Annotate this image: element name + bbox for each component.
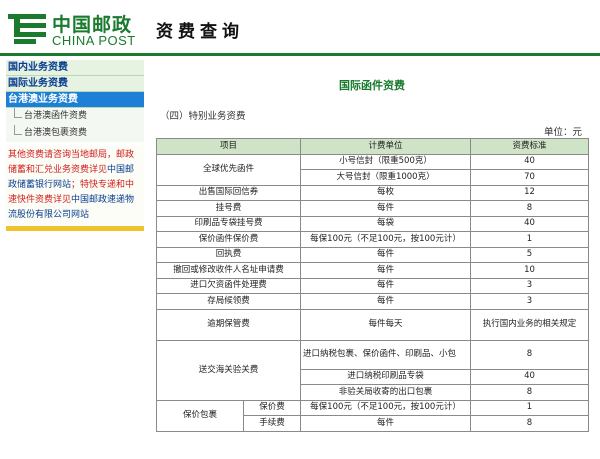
fee-cell: 8: [470, 339, 590, 370]
unit-cell: 非验关局收寄的出口包裹: [300, 384, 472, 401]
column-header-fee: 资费标准: [470, 138, 590, 155]
fee-cell: 1: [470, 399, 590, 416]
unit-cell: 每件: [300, 246, 472, 263]
fee-cell: 8: [470, 415, 590, 432]
nav-sub-label: 台港澳包裹资费: [24, 128, 88, 138]
nav-sub-letter-fees[interactable]: 台港澳函件资费: [6, 108, 144, 125]
item-cell: 存局候领费: [155, 293, 302, 310]
table-row: 进口欠资函件处理费 每件 3: [155, 277, 590, 294]
item-cell: 出售国际回信券: [155, 184, 302, 201]
page-heading: 资费查询: [156, 22, 244, 42]
nav-taiwan-hk-macao-fees[interactable]: 台港澳业务资费: [6, 92, 144, 108]
item-cell: 撤回或修改收件人名址申请费: [155, 262, 302, 279]
unit-label: 单位：元: [543, 127, 582, 138]
item-cell: 进口欠资函件处理费: [155, 277, 302, 294]
china-post-logo-icon[interactable]: [6, 8, 48, 46]
fee-cell: 10: [470, 262, 590, 279]
unit-cell: 每枚: [300, 184, 472, 201]
sidebar-accent-bar: [6, 226, 144, 231]
fee-cell: 8: [470, 384, 590, 401]
fee-cell: 40: [470, 153, 590, 170]
sub-item-cell: 手续费: [242, 415, 302, 432]
fee-cell: 5: [470, 246, 590, 263]
item-cell: 全球优先函件: [155, 153, 302, 186]
fee-cell: 70: [470, 169, 590, 186]
table-row: 送交海关验关费 进口纳税包裹、保价函件、印刷品、小包 8: [155, 339, 590, 401]
unit-cell: 进口纳税印刷品专袋: [300, 368, 472, 385]
fee-table: 项目 计费单位 资费标准 全球优先函件 小号信封（限重500克） 40 大号信封…: [155, 138, 590, 432]
fee-cell: 1: [470, 231, 590, 248]
sidebar: 国内业务资费 国际业务资费 台港澳业务资费 台港澳函件资费 台港澳包裹资费 其他…: [6, 60, 144, 459]
unit-cell: 每保100元（不足100元，按100元计）: [300, 231, 472, 248]
unit-cell: 每件: [300, 277, 472, 294]
nav-international-fees[interactable]: 国际业务资费: [6, 76, 144, 92]
fee-cell: 执行国内业务的相关规定: [470, 308, 590, 341]
item-cell: 逾期保管费: [155, 308, 302, 341]
table-row: 保价函件保价费 每保100元（不足100元，按100元计） 1: [155, 231, 590, 248]
item-cell: 回执费: [155, 246, 302, 263]
table-row: 逾期保管费 每件每天 执行国内业务的相关规定: [155, 308, 590, 341]
nav-domestic-fees[interactable]: 国内业务资费: [6, 60, 144, 76]
table-row: 挂号费 每件 8: [155, 200, 590, 217]
notice-text: 其他资费请咨询当地邮局，邮政储蓄和汇兑业务资费详见中国邮政储蓄银行网站；特快专递…: [6, 146, 144, 225]
nav-sub-label: 台港澳函件资费: [24, 111, 88, 121]
table-row: 全球优先函件 小号信封（限重500克） 40: [155, 153, 590, 186]
header-divider: [0, 53, 600, 56]
sub-item-cell: 保价费: [242, 399, 302, 416]
tree-connector: [14, 125, 22, 135]
table-row: 印刷品专袋挂号费 每袋 40: [155, 215, 590, 232]
table-row: 出售国际回信券 每枚 12: [155, 184, 590, 201]
fee-cell: 40: [470, 215, 590, 232]
unit-cell: 每保100元（不足100元，按100元计）: [300, 399, 472, 416]
table-row: 撤回或修改收件人名址申请费 每件 10: [155, 262, 590, 279]
section-label: （四）特别业务资费: [160, 111, 246, 122]
item-cell: 挂号费: [155, 200, 302, 217]
unit-cell: 每件: [300, 200, 472, 217]
fee-cell: 12: [470, 184, 590, 201]
column-header-item: 项目: [155, 138, 302, 155]
table-header-row: 项目 计费单位 资费标准: [155, 138, 590, 155]
table-row: 保价包裹 保价费 每保100元（不足100元，按100元计） 1: [156, 399, 590, 432]
fee-cell: 3: [470, 293, 590, 310]
brand-name-en: CHINA POST: [52, 33, 136, 48]
unit-cell: 每件: [300, 415, 472, 432]
unit-cell: 大号信封（限重1000克）: [300, 169, 472, 186]
table-row: 回执费 每件 5: [155, 246, 590, 263]
nav-sub-parcel-fees[interactable]: 台港澳包裹资费: [6, 125, 144, 142]
tree-connector: [14, 108, 22, 118]
column-header-unit: 计费单位: [300, 138, 472, 155]
fee-cell: 8: [470, 200, 590, 217]
table-row: 存局候领费 每件 3: [155, 293, 590, 310]
item-cell: 保价包裹: [156, 399, 244, 432]
main-title: 国际函件资费: [339, 79, 405, 92]
site-header: 中国邮政 CHINA POST 资费查询: [0, 0, 600, 56]
unit-cell: 小号信封（限重500克）: [300, 153, 472, 170]
item-cell: 送交海关验关费: [155, 339, 302, 401]
unit-cell: 每件每天: [300, 308, 472, 341]
fee-cell: 3: [470, 277, 590, 294]
fee-cell: 40: [470, 368, 590, 385]
unit-cell: 每袋: [300, 215, 472, 232]
item-cell: 保价函件保价费: [155, 231, 302, 248]
unit-cell: 每件: [300, 262, 472, 279]
unit-cell: 进口纳税包裹、保价函件、印刷品、小包: [300, 339, 472, 370]
unit-cell: 每件: [300, 293, 472, 310]
item-cell: 印刷品专袋挂号费: [155, 215, 302, 232]
